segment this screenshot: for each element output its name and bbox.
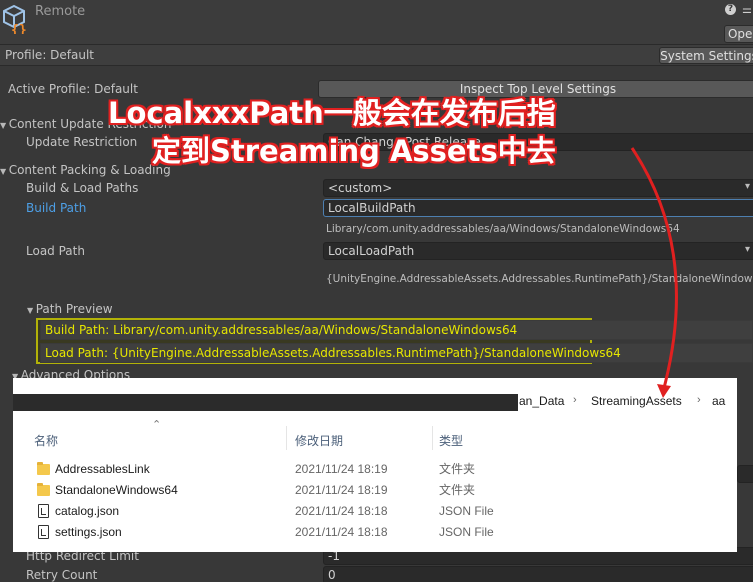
json-file-icon bbox=[38, 504, 49, 518]
file-date: 2021/11/24 18:18 bbox=[295, 504, 388, 518]
folder-icon bbox=[37, 483, 50, 496]
file-name: StandaloneWindows64 bbox=[55, 483, 178, 497]
addressables-asset-icon: {} bbox=[2, 4, 28, 38]
help-icon[interactable]: ? bbox=[725, 4, 736, 15]
build-load-paths-dropdown[interactable]: <custom> bbox=[323, 179, 753, 197]
load-path-dropdown[interactable]: LocalLoadPath bbox=[323, 242, 753, 260]
json-file-icon bbox=[38, 525, 49, 539]
svg-text:{}: {} bbox=[11, 23, 27, 34]
chevron-right-icon: › bbox=[697, 394, 701, 406]
chevron-right-icon: › bbox=[573, 394, 577, 406]
load-path-label: Load Path bbox=[26, 244, 85, 258]
annotation-line-1: LocalxxxPath一般会在发布后指 bbox=[108, 96, 556, 130]
annotation-line-2: 定到Streaming Assets中去 bbox=[152, 134, 556, 168]
column-divider[interactable] bbox=[286, 426, 287, 450]
profile-bar: Profile: Default System Settings bbox=[0, 44, 753, 66]
build-path-resolved: Library/com.unity.addressables/aa/Window… bbox=[326, 223, 680, 235]
file-explorer-window: an_Data › StreamingAssets › aa ⌃ 名称 修改日期… bbox=[13, 378, 737, 552]
file-type: 文件夹 bbox=[439, 462, 476, 476]
profile-label: Profile: Default bbox=[5, 48, 95, 62]
chevron-down-icon: ▾ bbox=[745, 181, 751, 192]
folder-icon bbox=[37, 462, 50, 475]
preview-load-path: Load Path: {UnityEngine.AddressableAsset… bbox=[40, 343, 753, 363]
retry-count-field[interactable]: 0 bbox=[323, 566, 753, 582]
update-restriction-label: Update Restriction bbox=[26, 135, 138, 149]
load-path-resolved: {UnityEngine.AddressableAssets.Addressab… bbox=[326, 273, 753, 285]
column-type[interactable]: 类型 bbox=[439, 432, 463, 449]
sort-up-icon: ⌃ bbox=[152, 419, 162, 431]
file-name: settings.json bbox=[55, 525, 122, 539]
retry-count-label: Retry Count bbox=[26, 568, 98, 582]
content-packing-foldout[interactable]: ▼ Content Packing & Loading bbox=[0, 163, 171, 177]
breadcrumb-segment[interactable]: aa bbox=[712, 394, 725, 408]
redacted-path bbox=[13, 394, 518, 411]
build-load-paths-label: Build & Load Paths bbox=[26, 181, 139, 195]
breadcrumb-segment[interactable]: an_Data bbox=[519, 394, 564, 408]
path-preview-foldout[interactable]: ▼ Path Preview bbox=[27, 302, 113, 316]
breadcrumb-segment[interactable]: StreamingAssets bbox=[591, 394, 682, 408]
address-bar[interactable]: an_Data › StreamingAssets › aa bbox=[13, 388, 737, 416]
hidden-dropdown[interactable] bbox=[737, 465, 753, 483]
list-item[interactable]: settings.json 2021/11/24 18:18 JSON File bbox=[13, 522, 737, 543]
asset-title: Remote bbox=[35, 4, 86, 19]
list-item[interactable]: StandaloneWindows64 2021/11/24 18:19 文件夹 bbox=[13, 480, 737, 501]
build-path-dropdown[interactable]: LocalBuildPath bbox=[323, 199, 753, 217]
file-date: 2021/11/24 18:18 bbox=[295, 525, 388, 539]
column-header-row: ⌃ 名称 修改日期 类型 bbox=[13, 419, 513, 450]
system-settings-button[interactable]: System Settings bbox=[659, 47, 753, 64]
settings-sliders-icon[interactable]: ⚌ bbox=[742, 3, 752, 16]
column-divider[interactable] bbox=[432, 426, 433, 450]
file-type: 文件夹 bbox=[439, 483, 476, 497]
file-name: AddressablesLink bbox=[55, 462, 150, 476]
open-button[interactable]: Open bbox=[724, 25, 753, 43]
column-date[interactable]: 修改日期 bbox=[295, 432, 343, 449]
build-path-label: Build Path bbox=[26, 201, 87, 215]
file-name: catalog.json bbox=[55, 504, 120, 518]
column-name[interactable]: 名称 bbox=[34, 432, 58, 449]
preview-build-path: Build Path: Library/com.unity.addressabl… bbox=[40, 320, 753, 340]
file-date: 2021/11/24 18:19 bbox=[295, 483, 388, 497]
chevron-down-icon: ▾ bbox=[745, 244, 751, 255]
header-bar: {} Remote ? ⚌ Open bbox=[0, 0, 753, 44]
file-type: JSON File bbox=[439, 525, 494, 539]
list-item[interactable]: AddressablesLink 2021/11/24 18:19 文件夹 bbox=[13, 459, 737, 480]
list-item[interactable]: catalog.json 2021/11/24 18:18 JSON File bbox=[13, 501, 737, 522]
file-date: 2021/11/24 18:19 bbox=[295, 462, 388, 476]
file-type: JSON File bbox=[439, 504, 494, 518]
